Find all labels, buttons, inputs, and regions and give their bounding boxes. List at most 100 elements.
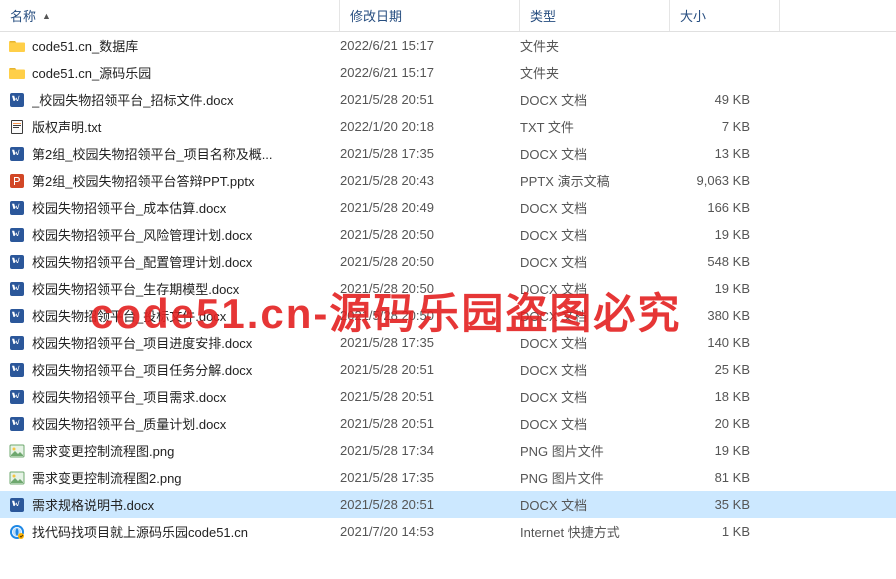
file-date: 2021/5/28 20:51 <box>340 497 520 512</box>
file-name: 需求变更控制流程图.png <box>32 441 340 460</box>
folder-icon <box>8 64 26 82</box>
docx-icon <box>8 253 26 271</box>
file-date: 2021/5/28 20:43 <box>340 173 520 188</box>
file-type: 文件夹 <box>520 63 670 82</box>
file-date: 2021/5/28 20:50 <box>340 281 520 296</box>
file-name: 校园失物招领平台_风险管理计划.docx <box>32 225 340 244</box>
column-header-size-label: 大小 <box>680 6 706 25</box>
file-list[interactable]: code51.cn_数据库2022/6/21 15:17文件夹code51.cn… <box>0 32 896 579</box>
file-name: 校园失物招领平台_成本估算.docx <box>32 198 340 217</box>
docx-icon <box>8 145 26 163</box>
file-date: 2021/5/28 20:51 <box>340 362 520 377</box>
column-header-name[interactable]: 名称 ▲ <box>0 0 340 31</box>
file-size: 35 KB <box>670 497 770 512</box>
file-type: 文件夹 <box>520 36 670 55</box>
file-row[interactable]: 需求变更控制流程图2.png2021/5/28 17:35PNG 图片文件81 … <box>0 464 896 491</box>
file-date: 2022/1/20 20:18 <box>340 119 520 134</box>
txt-icon <box>8 118 26 136</box>
file-date: 2021/5/28 20:49 <box>340 200 520 215</box>
file-row[interactable]: 校园失物招领平台_风险管理计划.docx2021/5/28 20:50DOCX … <box>0 221 896 248</box>
file-row[interactable]: 需求变更控制流程图.png2021/5/28 17:34PNG 图片文件19 K… <box>0 437 896 464</box>
file-type: DOCX 文档 <box>520 333 670 352</box>
file-name: 需求规格说明书.docx <box>32 495 340 514</box>
file-row[interactable]: 第2组_校园失物招领平台_项目名称及概...2021/5/28 17:35DOC… <box>0 140 896 167</box>
file-type: DOCX 文档 <box>520 306 670 325</box>
file-type: PNG 图片文件 <box>520 468 670 487</box>
column-header-date-label: 修改日期 <box>350 6 402 25</box>
file-date: 2021/5/28 17:35 <box>340 335 520 350</box>
docx-icon <box>8 496 26 514</box>
file-size: 1 KB <box>670 524 770 539</box>
file-size: 18 KB <box>670 389 770 404</box>
file-type: DOCX 文档 <box>520 387 670 406</box>
file-row[interactable]: 校园失物招领平台_配置管理计划.docx2021/5/28 20:50DOCX … <box>0 248 896 275</box>
file-row[interactable]: 校园失物招领平台_成本估算.docx2021/5/28 20:49DOCX 文档… <box>0 194 896 221</box>
url-icon <box>8 523 26 541</box>
file-row[interactable]: 校园失物招领平台_质量计划.docx2021/5/28 20:51DOCX 文档… <box>0 410 896 437</box>
file-row[interactable]: 校园失物招领平台_生存期模型.docx2021/5/28 20:50DOCX 文… <box>0 275 896 302</box>
file-date: 2021/5/28 17:35 <box>340 470 520 485</box>
file-name: _校园失物招领平台_招标文件.docx <box>32 90 340 109</box>
file-row[interactable]: 校园失物招领平台_项目进度安排.docx2021/5/28 17:35DOCX … <box>0 329 896 356</box>
file-row[interactable]: code51.cn_源码乐园2022/6/21 15:17文件夹 <box>0 59 896 86</box>
file-type: DOCX 文档 <box>520 495 670 514</box>
file-type: DOCX 文档 <box>520 279 670 298</box>
docx-icon <box>8 388 26 406</box>
file-size: 19 KB <box>670 227 770 242</box>
docx-icon <box>8 361 26 379</box>
docx-icon <box>8 199 26 217</box>
file-name: 校园失物招领平台_配置管理计划.docx <box>32 252 340 271</box>
file-row[interactable]: 第2组_校园失物招领平台答辩PPT.pptx2021/5/28 20:43PPT… <box>0 167 896 194</box>
column-header-size[interactable]: 大小 <box>670 0 780 31</box>
file-date: 2021/5/28 20:50 <box>340 308 520 323</box>
file-size: 548 KB <box>670 254 770 269</box>
file-size: 20 KB <box>670 416 770 431</box>
file-date: 2021/5/28 20:51 <box>340 92 520 107</box>
docx-icon <box>8 280 26 298</box>
pptx-icon <box>8 172 26 190</box>
file-date: 2022/6/21 15:17 <box>340 38 520 53</box>
column-header-type[interactable]: 类型 <box>520 0 670 31</box>
file-size: 9,063 KB <box>670 173 770 188</box>
file-size: 13 KB <box>670 146 770 161</box>
column-header-row: 名称 ▲ 修改日期 类型 大小 <box>0 0 896 32</box>
file-date: 2021/5/28 20:51 <box>340 389 520 404</box>
file-size: 81 KB <box>670 470 770 485</box>
file-name: code51.cn_源码乐园 <box>32 63 340 82</box>
file-row[interactable]: code51.cn_数据库2022/6/21 15:17文件夹 <box>0 32 896 59</box>
file-date: 2021/7/20 14:53 <box>340 524 520 539</box>
file-date: 2021/5/28 17:35 <box>340 146 520 161</box>
docx-icon <box>8 415 26 433</box>
file-type: DOCX 文档 <box>520 360 670 379</box>
file-name: 找代码找项目就上源码乐园code51.cn <box>32 522 340 541</box>
sort-ascending-icon: ▲ <box>42 11 51 21</box>
docx-icon <box>8 334 26 352</box>
file-date: 2021/5/28 17:34 <box>340 443 520 458</box>
file-size: 25 KB <box>670 362 770 377</box>
column-header-date[interactable]: 修改日期 <box>340 0 520 31</box>
file-row[interactable]: 校园失物招领平台_项目任务分解.docx2021/5/28 20:51DOCX … <box>0 356 896 383</box>
file-row[interactable]: 需求规格说明书.docx2021/5/28 20:51DOCX 文档35 KB <box>0 491 896 518</box>
file-name: code51.cn_数据库 <box>32 36 340 55</box>
folder-icon <box>8 37 26 55</box>
file-row[interactable]: 校园失物招领平台_项目需求.docx2021/5/28 20:51DOCX 文档… <box>0 383 896 410</box>
file-size: 7 KB <box>670 119 770 134</box>
file-date: 2021/5/28 20:50 <box>340 254 520 269</box>
file-name: 校园失物招领平台_项目需求.docx <box>32 387 340 406</box>
column-header-type-label: 类型 <box>530 6 556 25</box>
file-type: PNG 图片文件 <box>520 441 670 460</box>
file-name: 校园失物招领平台_投标文件.docx <box>32 306 340 325</box>
file-name: 校园失物招领平台_项目进度安排.docx <box>32 333 340 352</box>
file-row[interactable]: 找代码找项目就上源码乐园code51.cn2021/7/20 14:53Inte… <box>0 518 896 545</box>
file-size: 380 KB <box>670 308 770 323</box>
docx-icon <box>8 307 26 325</box>
file-row[interactable]: _校园失物招领平台_招标文件.docx2021/5/28 20:51DOCX 文… <box>0 86 896 113</box>
png-icon <box>8 442 26 460</box>
file-row[interactable]: 版权声明.txt2022/1/20 20:18TXT 文件7 KB <box>0 113 896 140</box>
file-type: DOCX 文档 <box>520 90 670 109</box>
file-row[interactable]: 校园失物招领平台_投标文件.docx2021/5/28 20:50DOCX 文档… <box>0 302 896 329</box>
file-size: 140 KB <box>670 335 770 350</box>
file-size: 49 KB <box>670 92 770 107</box>
png-icon <box>8 469 26 487</box>
file-type: PPTX 演示文稿 <box>520 171 670 190</box>
